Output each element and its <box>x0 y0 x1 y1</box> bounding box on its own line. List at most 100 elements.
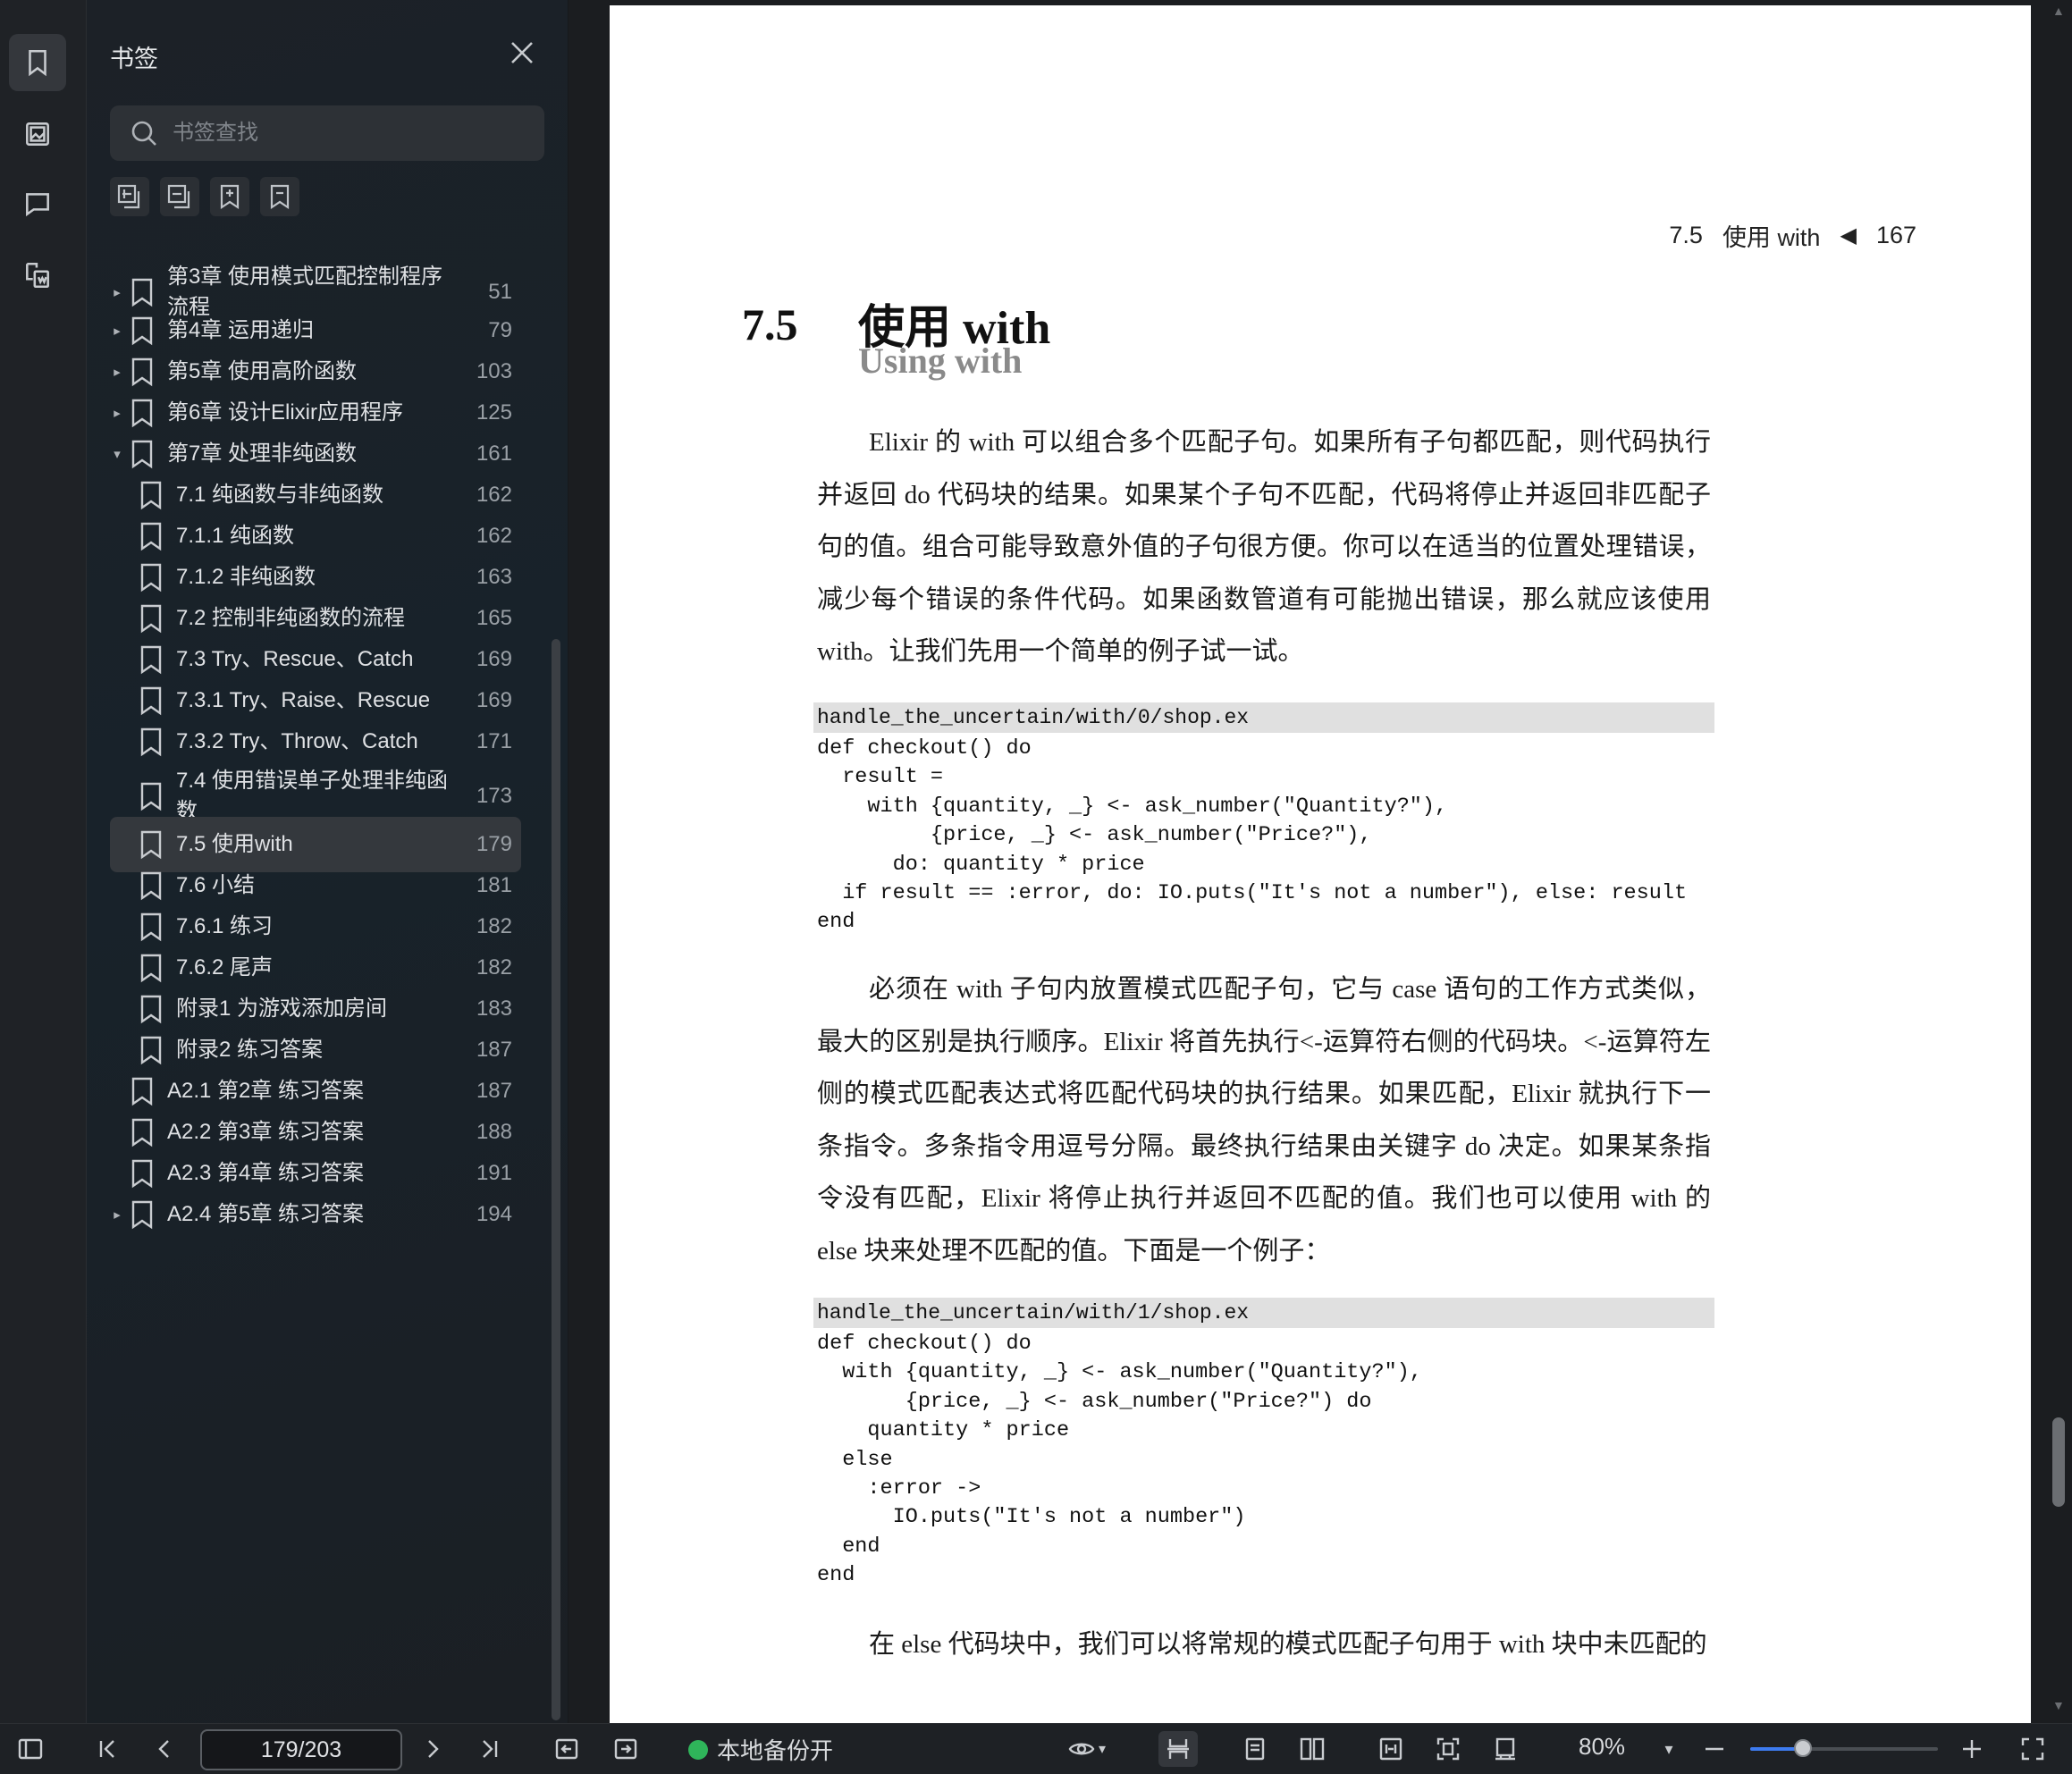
next-page-button[interactable] <box>415 1731 451 1767</box>
bookmark-label: 7.1 纯函数与非纯函数 <box>176 483 384 507</box>
bookmark-page-number: 187 <box>476 1079 512 1103</box>
bookmark-list-scrollbar[interactable] <box>552 639 560 1720</box>
bookmark-item[interactable]: 附录1 为游戏添加房间 183 <box>110 991 521 1027</box>
bookmark-page-number: 162 <box>476 483 512 507</box>
single-page-icon <box>1245 1737 1265 1761</box>
last-page-button[interactable] <box>472 1731 508 1767</box>
two-page-icon <box>1300 1737 1325 1761</box>
bookmark-item[interactable]: 7.3 Try、Rescue、Catch 169 <box>110 642 521 677</box>
page-number-input[interactable] <box>200 1729 402 1770</box>
fit-width-button[interactable] <box>1373 1731 1409 1767</box>
document-scrollbar[interactable] <box>2052 1417 2065 1507</box>
bookmark-item[interactable]: 7.1.2 非纯函数 163 <box>110 559 521 595</box>
actual-size-button[interactable] <box>1487 1731 1523 1767</box>
code-listing-title: handle_the_uncertain/with/1/shop.ex <box>813 1298 1714 1328</box>
expand-caret-icon[interactable]: ▸ <box>110 405 124 421</box>
scroll-down-arrow[interactable]: ▼ <box>2052 1698 2065 1712</box>
bookmark-minus-button[interactable] <box>260 177 299 216</box>
zoom-out-button[interactable] <box>1697 1731 1732 1767</box>
bookmark-item[interactable]: ▸ 第6章 设计Elixir应用程序 125 <box>110 395 521 431</box>
bookmark-item[interactable]: ▸ 第4章 运用递归 79 <box>110 313 521 349</box>
bookmark-item[interactable]: ▸ 第5章 使用高阶函数 103 <box>110 354 521 390</box>
bookmark-item[interactable]: 7.2 控制非纯函数的流程 165 <box>110 601 521 636</box>
expand-caret-icon[interactable]: ▸ <box>110 284 124 300</box>
bookmark-search-input[interactable] <box>171 120 532 147</box>
bookmark-item[interactable]: A2.2 第3章 练习答案 188 <box>110 1114 521 1150</box>
bookmark-page-number: 194 <box>476 1202 512 1226</box>
add-bookmark-button[interactable] <box>110 177 149 216</box>
bookmark-toolbar <box>110 177 299 216</box>
single-page-button[interactable] <box>1237 1731 1273 1767</box>
history-forward-button[interactable] <box>608 1731 644 1767</box>
fit-page-button[interactable] <box>1430 1731 1466 1767</box>
running-head-section: 7.5 <box>1669 222 1703 248</box>
bookmark-item[interactable]: ▸ A2.4 第5章 练习答案 194 <box>110 1197 521 1232</box>
previous-page-button[interactable] <box>147 1731 182 1767</box>
bookmark-icon <box>130 315 155 346</box>
paragraph-intro: Elixir 的 with 可以组合多个匹配子句。如果所有子句都匹配，则代码执行… <box>817 428 1711 666</box>
bookmark-item[interactable]: A2.3 第4章 练习答案 191 <box>110 1156 521 1191</box>
bookmark-label: 7.5 使用with <box>176 832 293 856</box>
bookmark-label: 7.3.2 Try、Throw、Catch <box>176 729 418 753</box>
bookmark-icon <box>139 480 164 510</box>
bookmark-item[interactable]: 7.6.2 尾声 182 <box>110 950 521 986</box>
continuous-scroll-button[interactable] <box>1158 1731 1198 1767</box>
bookmark-item[interactable]: 7.3.2 Try、Throw、Catch 171 <box>110 724 521 760</box>
local-backup-toggle[interactable]: 本地备份开 <box>688 1733 833 1766</box>
bookmark-icon <box>139 829 164 860</box>
zoom-slider-handle[interactable] <box>1793 1739 1812 1757</box>
expand-caret-open-icon[interactable]: ▾ <box>110 446 124 462</box>
fit-page-icon <box>1436 1737 1460 1761</box>
bookmark-item[interactable]: 附录2 练习答案 187 <box>110 1032 521 1068</box>
bookmark-item[interactable]: 7.1.1 纯函数 162 <box>110 518 521 554</box>
scroll-up-arrow[interactable]: ▲ <box>2052 4 2065 18</box>
zoom-in-button[interactable] <box>1954 1731 1990 1767</box>
bookmark-label: 附录1 为游戏添加房间 <box>176 996 388 1021</box>
bookmark-label: 第4章 运用递归 <box>167 318 315 342</box>
history-back-button[interactable] <box>549 1731 585 1767</box>
zoom-dropdown-button[interactable]: ▾ <box>1655 1731 1682 1767</box>
bookmark-page-number: 125 <box>476 400 512 425</box>
backup-status-dot <box>688 1739 708 1760</box>
add-sub-bookmark-button[interactable] <box>160 177 199 216</box>
bookmark-icon <box>130 1076 155 1106</box>
bookmark-item[interactable]: 7.3.1 Try、Raise、Rescue 169 <box>110 683 521 719</box>
bookmark-icon <box>29 49 46 77</box>
bookmark-search-box[interactable] <box>110 105 544 161</box>
comment-panel-button[interactable] <box>9 175 66 232</box>
bookmark-minus-icon <box>270 184 290 210</box>
close-panel-button[interactable] <box>509 39 535 66</box>
bookmark-item[interactable]: 7.6 小结 181 <box>110 868 521 904</box>
page-overview-icon <box>26 262 49 289</box>
eye-care-menu-button[interactable]: ▾ <box>1060 1731 1114 1767</box>
bookmark-item[interactable]: ▾ 第7章 处理非纯函数 161 <box>110 436 521 472</box>
last-page-icon <box>483 1740 498 1758</box>
bookmark-icon <box>139 994 164 1024</box>
expand-caret-icon[interactable]: ▸ <box>110 1206 124 1223</box>
expand-caret-icon[interactable]: ▸ <box>110 323 124 339</box>
bookmark-item[interactable]: 7.6.1 练习 182 <box>110 909 521 945</box>
fullscreen-button[interactable] <box>2015 1731 2051 1767</box>
first-page-icon <box>99 1740 114 1758</box>
image-thumbnail-icon <box>26 122 49 146</box>
bookmark-label: 7.2 控制非纯函数的流程 <box>176 606 406 630</box>
bookmark-plus-button[interactable] <box>210 177 249 216</box>
toggle-sidebar-button[interactable] <box>13 1731 48 1767</box>
expand-caret-icon[interactable]: ▸ <box>110 364 124 380</box>
two-page-button[interactable] <box>1294 1731 1330 1767</box>
thumbnail-panel-button[interactable] <box>9 105 66 163</box>
bookmark-item[interactable]: 7.1 纯函数与非纯函数 162 <box>110 477 521 513</box>
running-head: 7.5 使用 with ◀ 167 <box>1669 218 1916 253</box>
page-overview-button[interactable] <box>9 247 66 304</box>
bookmark-page-number: 161 <box>476 441 512 466</box>
bookmark-item[interactable]: A2.1 第2章 练习答案 187 <box>110 1073 521 1109</box>
bookmark-icon <box>130 1158 155 1189</box>
bookmark-panel-button[interactable] <box>9 34 66 91</box>
zoom-slider[interactable] <box>1750 1739 1938 1757</box>
bookmark-label: 7.6.2 尾声 <box>176 955 274 979</box>
first-page-button[interactable] <box>89 1731 125 1767</box>
bookmark-label: 7.3.1 Try、Raise、Rescue <box>176 688 431 712</box>
running-head-page: 167 <box>1875 222 1916 248</box>
bookmark-item[interactable]: 7.5 使用with 179 <box>110 817 521 872</box>
zoom-level[interactable]: 80% <box>1579 1733 1625 1761</box>
